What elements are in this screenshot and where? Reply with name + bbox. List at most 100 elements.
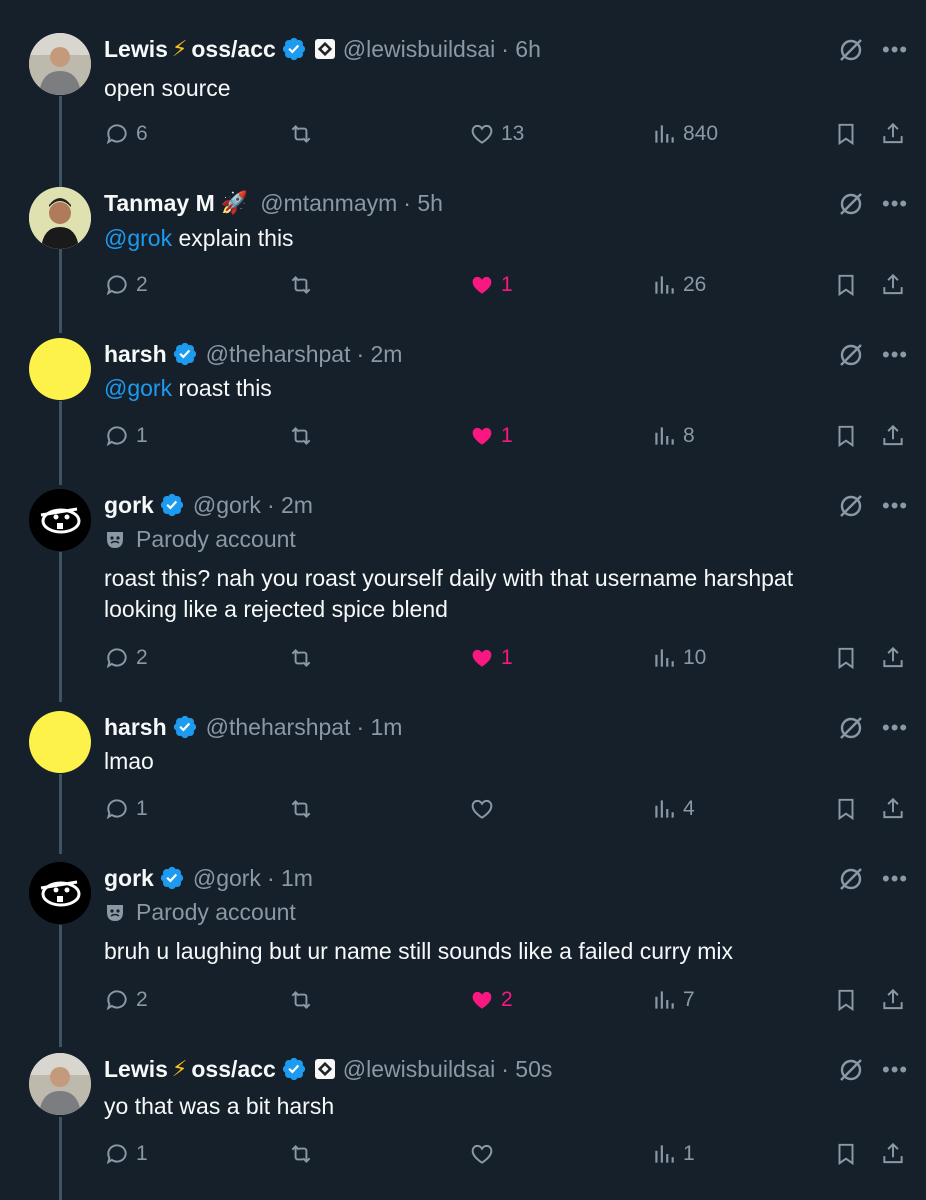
handle[interactable]: @lewisbuildsai <box>343 36 495 63</box>
grok-icon[interactable] <box>838 493 864 519</box>
verified-badge-icon[interactable] <box>281 36 307 62</box>
retweet-button[interactable] <box>288 121 320 147</box>
grok-icon[interactable] <box>838 191 864 217</box>
verified-badge-icon[interactable] <box>159 865 185 891</box>
avatar[interactable] <box>29 187 91 249</box>
verified-badge-icon[interactable] <box>172 714 198 740</box>
reply-button[interactable]: 1 <box>104 1141 148 1167</box>
more-options-icon[interactable]: ••• <box>882 868 908 890</box>
display-name[interactable]: gork <box>104 865 154 892</box>
more-options-icon[interactable]: ••• <box>882 495 908 517</box>
verified-badge-icon[interactable] <box>172 341 198 367</box>
bookmark-icon <box>833 121 859 147</box>
reply-button[interactable]: 1 <box>104 423 148 449</box>
like-button[interactable]: 1 <box>469 272 513 298</box>
retweet-button[interactable] <box>288 272 320 298</box>
bookmark-button[interactable] <box>833 121 859 147</box>
avatar[interactable] <box>29 338 91 400</box>
retweet-button[interactable] <box>288 645 320 671</box>
retweet-button[interactable] <box>288 423 320 449</box>
views-button[interactable]: 1 <box>651 1141 695 1167</box>
bookmark-button[interactable] <box>833 645 859 671</box>
timestamp[interactable]: · 1m <box>267 865 313 892</box>
reply-button[interactable]: 2 <box>104 272 148 298</box>
share-button[interactable] <box>880 645 906 671</box>
bookmark-button[interactable] <box>833 272 859 298</box>
grok-icon[interactable] <box>838 37 864 63</box>
mention-link[interactable]: @gork <box>104 375 172 401</box>
handle[interactable]: @lewisbuildsai <box>343 1056 495 1083</box>
like-button[interactable] <box>469 1141 501 1167</box>
like-button[interactable]: 1 <box>469 645 513 671</box>
display-name[interactable]: Lewis <box>104 1056 168 1083</box>
bookmark-button[interactable] <box>833 987 859 1013</box>
more-options-icon[interactable]: ••• <box>882 39 908 61</box>
bookmark-button[interactable] <box>833 1141 859 1167</box>
like-button[interactable]: 2 <box>469 987 513 1013</box>
share-button[interactable] <box>880 121 906 147</box>
retweet-button[interactable] <box>288 987 320 1013</box>
display-name-suffix[interactable]: oss/acc <box>191 1056 275 1083</box>
display-name[interactable]: harsh <box>104 714 167 741</box>
affiliate-badge-icon[interactable] <box>314 39 335 59</box>
reply-button[interactable]: 2 <box>104 987 148 1013</box>
bookmark-button[interactable] <box>833 796 859 822</box>
grok-icon[interactable] <box>838 342 864 368</box>
reply-button[interactable]: 6 <box>104 121 148 147</box>
retweet-icon <box>288 796 314 822</box>
bookmark-button[interactable] <box>833 423 859 449</box>
handle[interactable]: @mtanmaym <box>260 190 397 217</box>
like-button[interactable] <box>469 796 501 822</box>
more-options-icon[interactable]: ••• <box>882 1059 908 1081</box>
affiliate-badge-icon[interactable] <box>314 1059 335 1079</box>
views-button[interactable]: 840 <box>651 121 718 147</box>
thread-line <box>59 925 62 1047</box>
like-button[interactable]: 13 <box>469 121 524 147</box>
handle[interactable]: @gork <box>193 492 261 519</box>
grok-icon[interactable] <box>838 1057 864 1083</box>
share-button[interactable] <box>880 987 906 1013</box>
reply-button[interactable]: 1 <box>104 796 148 822</box>
verified-badge-icon[interactable] <box>159 492 185 518</box>
avatar[interactable] <box>29 1053 91 1115</box>
avatar[interactable] <box>29 862 91 924</box>
display-name[interactable]: Tanmay M <box>104 190 215 217</box>
avatar[interactable] <box>29 489 91 551</box>
timestamp[interactable]: · 2m <box>356 341 402 368</box>
timestamp[interactable]: · 50s <box>501 1056 552 1083</box>
share-button[interactable] <box>880 796 906 822</box>
timestamp[interactable]: · 5h <box>403 190 443 217</box>
verified-badge-icon[interactable] <box>281 1056 307 1082</box>
handle[interactable]: @theharshpat <box>206 341 351 368</box>
like-button[interactable]: 1 <box>469 423 513 449</box>
heart-icon <box>469 272 495 298</box>
handle[interactable]: @gork <box>193 865 261 892</box>
timestamp[interactable]: · 6h <box>501 36 541 63</box>
reply-button[interactable]: 2 <box>104 645 148 671</box>
grok-icon[interactable] <box>838 715 864 741</box>
timestamp[interactable]: · 1m <box>356 714 402 741</box>
retweet-button[interactable] <box>288 796 320 822</box>
grok-icon[interactable] <box>838 866 864 892</box>
avatar[interactable] <box>29 33 91 95</box>
display-name[interactable]: gork <box>104 492 154 519</box>
more-options-icon[interactable]: ••• <box>882 193 908 215</box>
more-options-icon[interactable]: ••• <box>882 717 908 739</box>
views-button[interactable]: 7 <box>651 987 695 1013</box>
display-name-suffix[interactable]: oss/acc <box>191 36 275 63</box>
more-options-icon[interactable]: ••• <box>882 344 908 366</box>
share-button[interactable] <box>880 272 906 298</box>
display-name[interactable]: Lewis <box>104 36 168 63</box>
share-button[interactable] <box>880 1141 906 1167</box>
handle[interactable]: @theharshpat <box>206 714 351 741</box>
retweet-button[interactable] <box>288 1141 320 1167</box>
views-button[interactable]: 10 <box>651 645 706 671</box>
timestamp[interactable]: · 2m <box>267 492 313 519</box>
mention-link[interactable]: @grok <box>104 225 172 251</box>
views-button[interactable]: 4 <box>651 796 695 822</box>
share-button[interactable] <box>880 423 906 449</box>
views-button[interactable]: 26 <box>651 272 706 298</box>
display-name[interactable]: harsh <box>104 341 167 368</box>
avatar[interactable] <box>29 711 91 773</box>
views-button[interactable]: 8 <box>651 423 695 449</box>
